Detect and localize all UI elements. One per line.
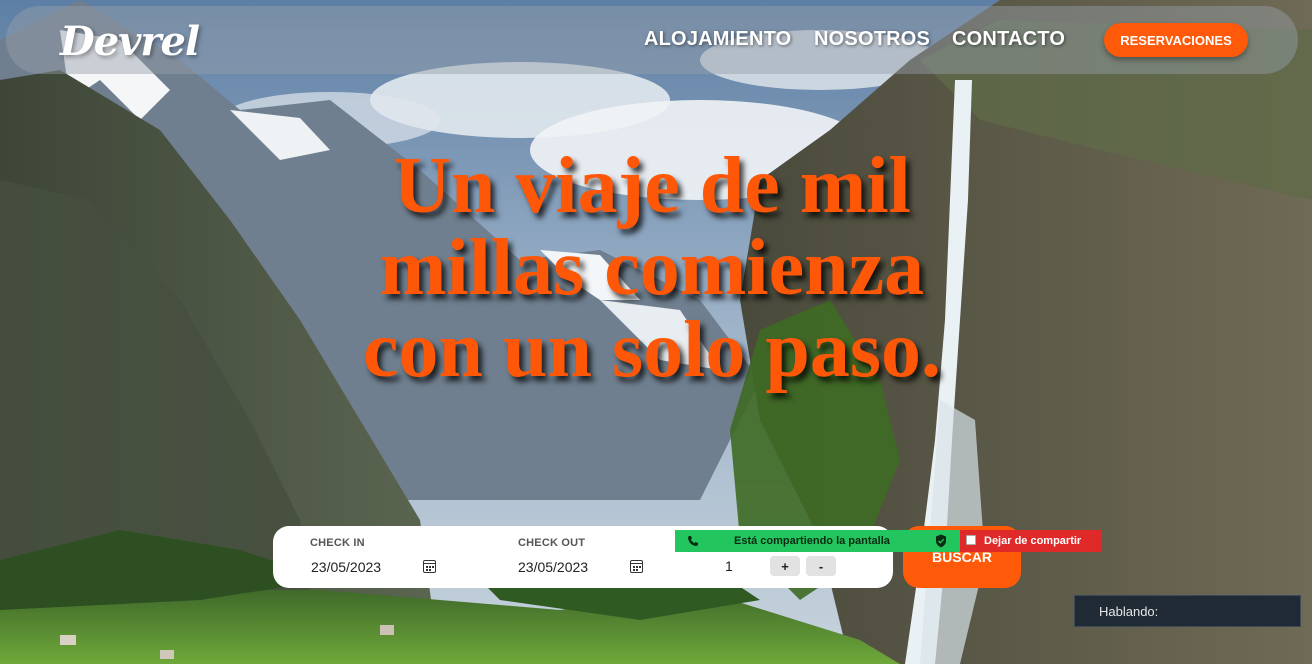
check-out-label: CHECK OUT [518,537,586,549]
check-out-input[interactable]: 23/05/2023 [518,559,588,575]
stop-sharing-button[interactable]: Dejar de compartir [960,530,1101,552]
guests-decrement-button[interactable]: - [806,556,836,576]
guests-increment-button[interactable]: + [770,556,800,576]
top-navbar: Devrel ALOJAMIENTO NOSOTROS CONTACTO RES… [6,6,1298,74]
nav-link-alojamiento[interactable]: ALOJAMIENTO [644,28,791,51]
phone-icon [688,536,698,546]
brand-logo[interactable]: Devrel [60,18,200,65]
guests-count: 1 [725,558,733,574]
speaking-label: Hablando: [1099,604,1159,619]
screen-share-status-text: Está compartiendo la pantalla [734,535,890,547]
screen-share-status-bar: Está compartiendo la pantalla [675,530,960,552]
check-in-label: CHECK IN [310,537,365,549]
reservations-button[interactable]: RESERVACIONES [1104,23,1248,57]
stop-square-icon [966,535,976,545]
calendar-icon[interactable] [423,559,436,573]
check-in-input[interactable]: 23/05/2023 [311,559,381,575]
shield-check-icon [936,534,946,548]
hero-headline: Un viaje de mil millas comienza con un s… [363,142,941,394]
speaking-indicator: Hablando: [1074,595,1301,627]
calendar-icon[interactable] [630,559,643,573]
nav-link-contacto[interactable]: CONTACTO [952,28,1065,51]
stop-sharing-label: Dejar de compartir [984,535,1082,547]
nav-link-nosotros[interactable]: NOSOTROS [814,28,930,51]
